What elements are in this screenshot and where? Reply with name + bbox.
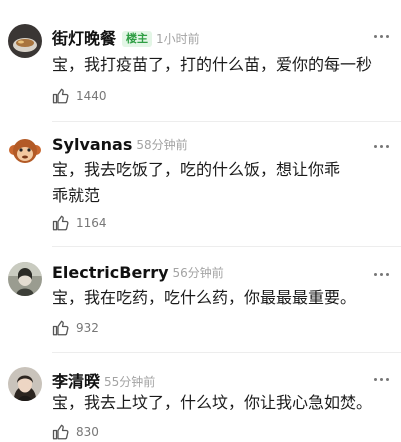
username-row: Sylvanas 58分钟前 xyxy=(52,135,188,154)
more-dots-icon[interactable] xyxy=(371,374,391,384)
thumbs-up-icon xyxy=(52,424,69,440)
comment-text: 宝，我去上坟了，什么坟，你让我心急如焚。 xyxy=(52,393,373,412)
username[interactable]: 街灯晚餐 xyxy=(52,29,116,48)
username[interactable]: Sylvanas xyxy=(52,135,132,154)
op-badge: 楼主 xyxy=(122,31,153,47)
like-count: 1440 xyxy=(76,89,107,103)
timestamp: 58分钟前 xyxy=(136,138,188,152)
username-row: ElectricBerry 56分钟前 xyxy=(52,263,224,282)
timestamp: 1小时前 xyxy=(156,32,200,46)
comment-text: 宝，我去吃饭了，吃的什么饭，想让你乖乖就范 xyxy=(52,160,341,205)
thumbs-up-icon xyxy=(52,320,69,336)
like-count: 932 xyxy=(76,321,99,335)
username[interactable]: 李清暌 xyxy=(52,372,100,391)
more-dots-icon[interactable] xyxy=(371,31,391,41)
avatar[interactable] xyxy=(8,134,42,168)
avatar[interactable] xyxy=(8,367,42,401)
like-button[interactable]: 830 xyxy=(52,422,99,442)
comment-text: 宝，我在吃药，吃什么药，你最最最重要。 xyxy=(52,288,357,307)
username-row: 街灯晚餐 楼主 1小时前 xyxy=(52,25,200,49)
like-count: 1164 xyxy=(76,216,107,230)
username[interactable]: ElectricBerry xyxy=(52,263,169,282)
divider xyxy=(52,352,401,353)
divider xyxy=(52,121,401,122)
thumbs-up-icon xyxy=(52,88,69,104)
like-button[interactable]: 1164 xyxy=(52,213,107,233)
like-button[interactable]: 1440 xyxy=(52,86,107,106)
avatar[interactable] xyxy=(8,24,42,58)
timestamp: 55分钟前 xyxy=(104,375,156,389)
thumbs-up-icon xyxy=(52,215,69,231)
username-row: 李清暌 55分钟前 xyxy=(52,368,155,392)
like-count: 830 xyxy=(76,425,99,439)
comment-text: 宝，我打疫苗了，打的什么苗，爱你的每一秒 xyxy=(52,55,373,74)
like-button[interactable]: 932 xyxy=(52,318,99,338)
avatar[interactable] xyxy=(8,262,42,296)
divider xyxy=(52,246,401,247)
more-dots-icon[interactable] xyxy=(371,269,391,279)
more-dots-icon[interactable] xyxy=(371,141,391,151)
timestamp: 56分钟前 xyxy=(172,266,224,280)
